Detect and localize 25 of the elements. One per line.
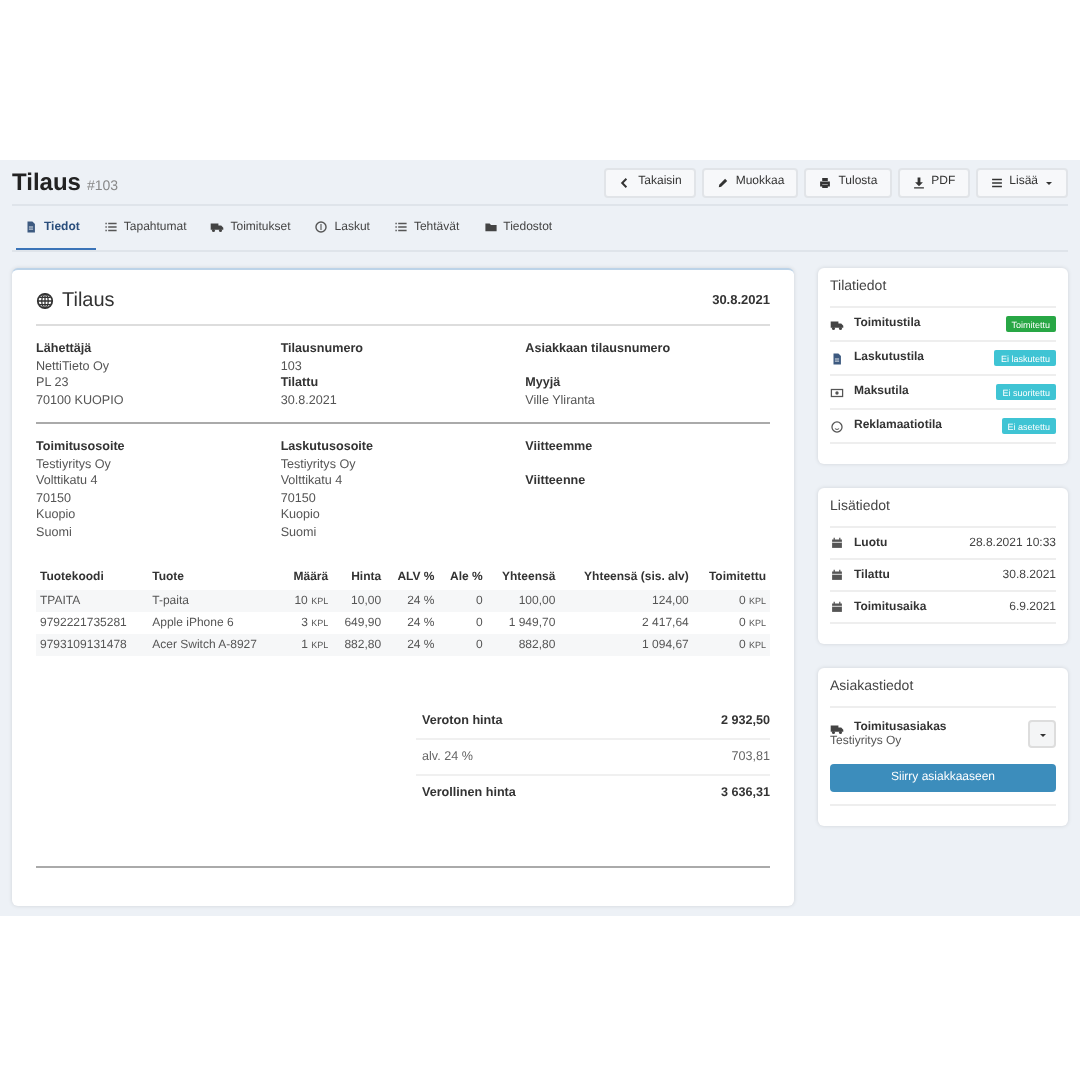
document-icon bbox=[24, 220, 38, 234]
calendar-icon bbox=[830, 568, 844, 582]
smiley-icon bbox=[830, 419, 844, 433]
truck-icon bbox=[830, 317, 844, 331]
list-icon bbox=[393, 220, 408, 234]
globe-icon bbox=[36, 292, 54, 310]
caret-icon bbox=[1037, 729, 1047, 739]
document-icon bbox=[830, 351, 844, 365]
folder-icon bbox=[483, 220, 498, 234]
printer-icon bbox=[818, 175, 833, 189]
dropdown-button[interactable] bbox=[1028, 720, 1056, 748]
banknote-icon bbox=[830, 385, 844, 399]
coin-icon bbox=[314, 220, 329, 234]
list-icon bbox=[103, 220, 118, 234]
pencil-icon bbox=[715, 175, 730, 189]
page-title: Tilaus bbox=[12, 168, 81, 196]
truck-icon bbox=[830, 721, 844, 735]
truck-icon bbox=[210, 220, 225, 234]
caret-icon bbox=[1044, 177, 1054, 187]
download-icon bbox=[911, 175, 926, 189]
menu-icon bbox=[989, 175, 1004, 189]
calendar-icon bbox=[830, 600, 844, 614]
chevron-left-icon bbox=[618, 175, 633, 189]
calendar-icon bbox=[830, 536, 844, 550]
card-title: Tilaus bbox=[62, 290, 115, 312]
